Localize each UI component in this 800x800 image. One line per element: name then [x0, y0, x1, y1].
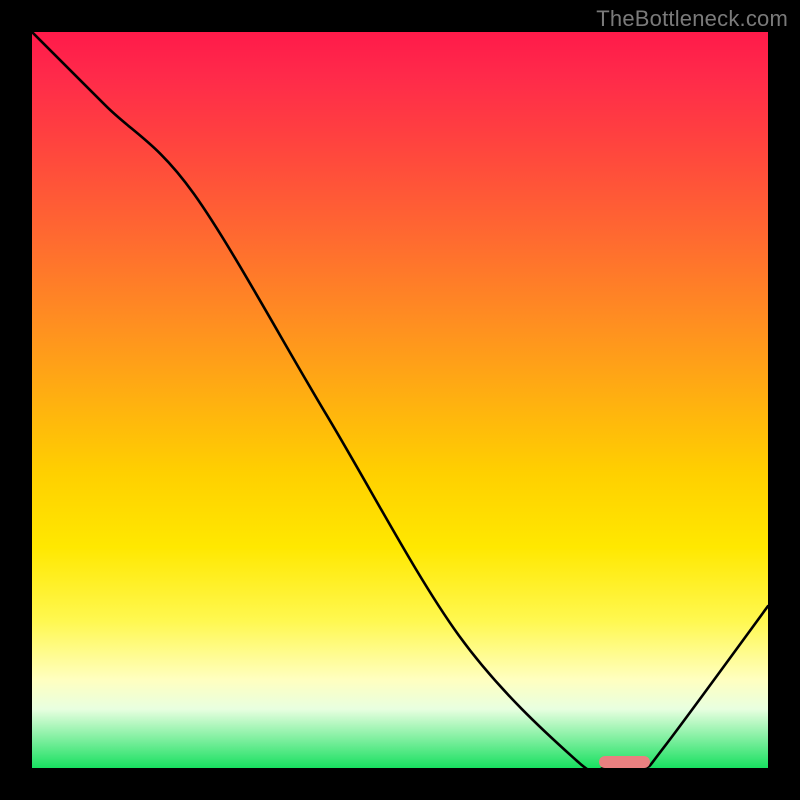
optimal-range-marker	[599, 756, 651, 768]
bottleneck-curve	[32, 32, 768, 768]
chart-frame: TheBottleneck.com	[0, 0, 800, 800]
chart-plot-area	[32, 32, 768, 768]
watermark-text: TheBottleneck.com	[596, 6, 788, 32]
